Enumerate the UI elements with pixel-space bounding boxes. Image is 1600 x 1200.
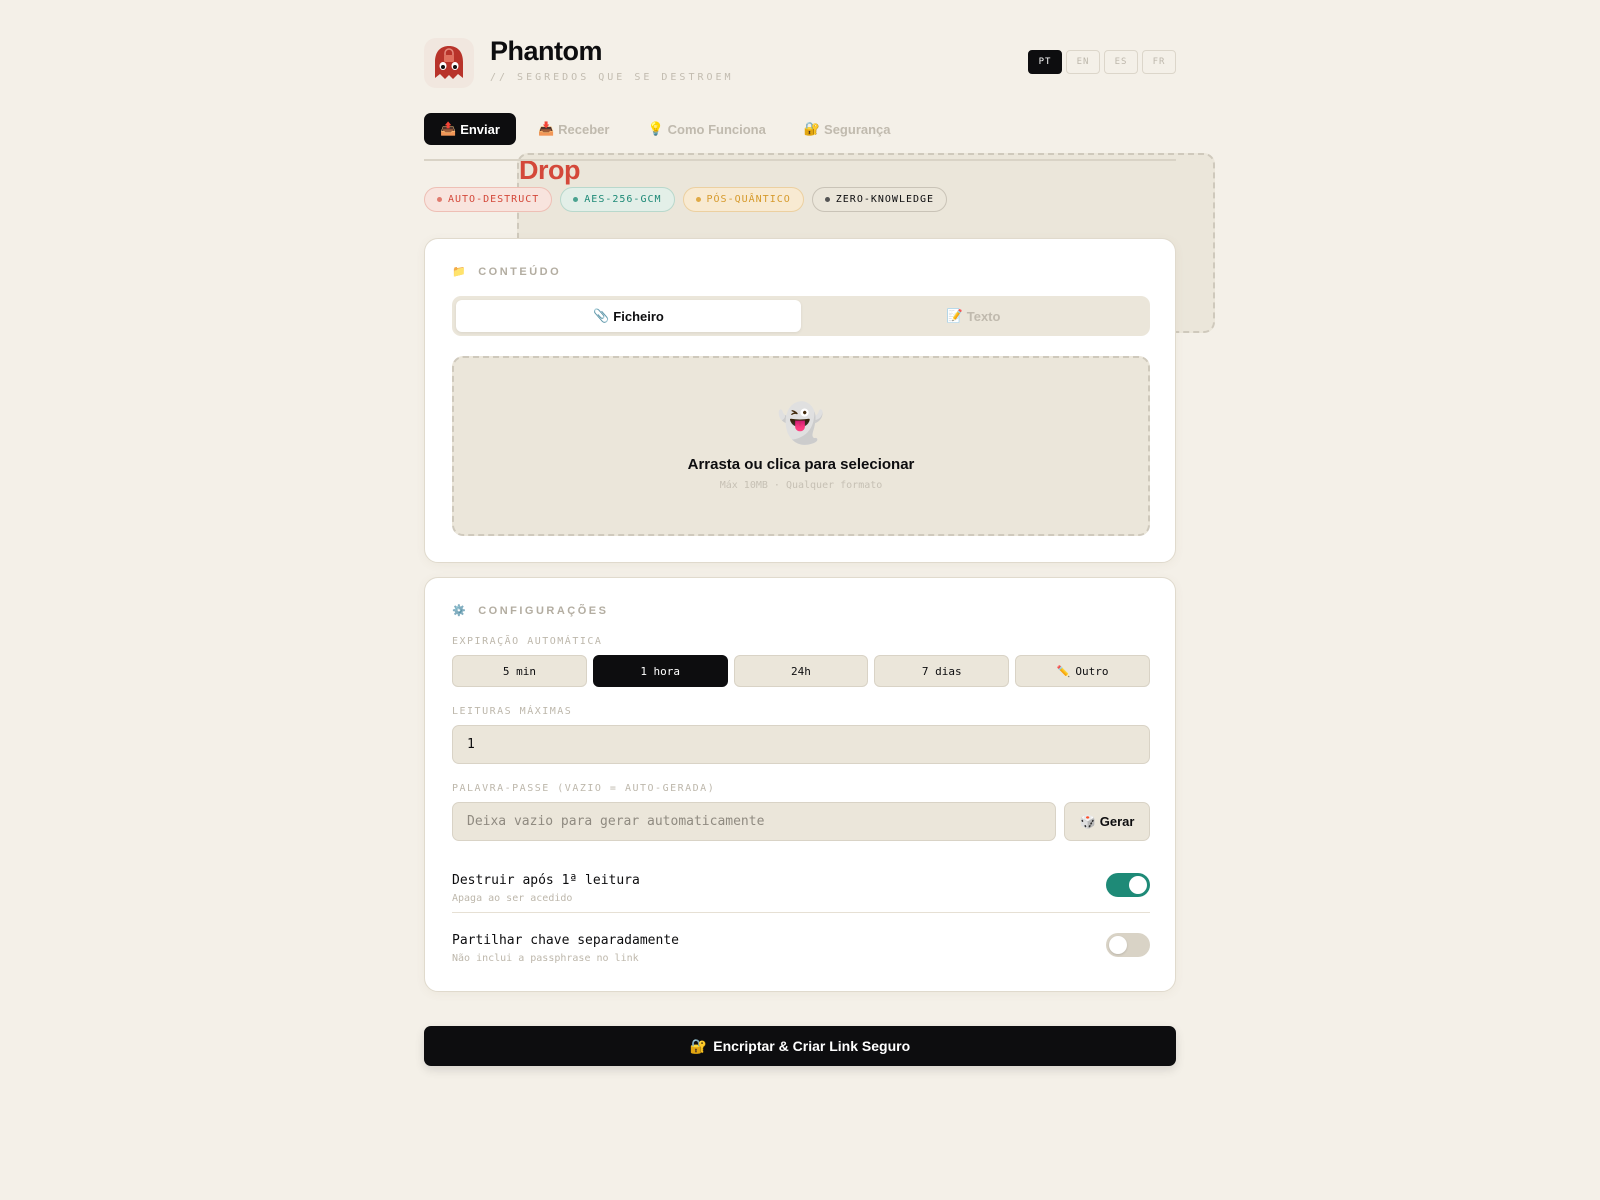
section-title: CONTEÚDO (478, 265, 562, 278)
tab-receber[interactable]: 📥 Receber (522, 113, 626, 145)
tab-label: Enviar (460, 121, 500, 137)
lang-fr-button[interactable]: FR (1142, 50, 1176, 74)
section-title: CONFIGURAÇÕES (478, 604, 609, 617)
content-card: 📁 CONTEÚDO 📎 Ficheiro 📝 Texto 👻 Arrasta … (424, 238, 1176, 563)
folder-icon: 📁 (452, 266, 469, 278)
badge-auto-destruct: AUTO-DESTRUCT (424, 187, 553, 212)
expiration-option-1hora[interactable]: 1 hora (592, 655, 728, 687)
generate-password-button[interactable]: 🎲 Gerar (1064, 802, 1150, 841)
tab-seguranca[interactable]: 🔐 Segurança (788, 113, 907, 145)
share-key-separately-toggle[interactable] (1106, 933, 1150, 957)
content-card-title: 📁 CONTEÚDO (452, 265, 562, 279)
feature-badges: AUTO-DESTRUCT AES-256-GCM PÓS-QUÂNTICO Z… (424, 187, 948, 212)
tagline: // SEGREDOS QUE SE DESTROEM (490, 72, 734, 83)
header: Phantom Drop // SEGREDOS QUE SE DESTROEM … (424, 34, 1215, 333)
option-label: Outro (1075, 664, 1109, 678)
tab-label: Segurança (824, 121, 891, 137)
tab-enviar[interactable]: 📤 Enviar (424, 113, 516, 145)
max-reads-input[interactable]: 1 (452, 725, 1150, 764)
lang-en-button[interactable]: EN (1066, 50, 1100, 74)
gear-icon: ⚙️ (452, 605, 469, 617)
expiration-option-5min[interactable]: 5 min (452, 655, 587, 687)
expiration-option-7dias[interactable]: 7 dias (874, 655, 1010, 687)
divider (452, 912, 1150, 913)
dropzone-title: Arrasta ou clica para selecionar (687, 456, 915, 473)
toggle-knob (1109, 936, 1127, 954)
lock-key-icon: 🔐 (803, 121, 821, 136)
dot-icon (824, 197, 830, 202)
destroy-after-read-toggle[interactable] (1106, 873, 1150, 897)
tab-texto[interactable]: 📝 Texto (801, 300, 1146, 332)
config-card-title: ⚙️ CONFIGURAÇÕES (452, 604, 609, 618)
lang-es-button[interactable]: ES (1104, 50, 1138, 74)
toggle-knob (1129, 876, 1147, 894)
expiration-options: 5 min 1 hora 24h 7 dias ✏️ Outro (452, 655, 1150, 687)
lock-key-icon: 🔐 (689, 1037, 708, 1054)
tab-label: Como Funciona (667, 121, 766, 137)
tab-label: Ficheiro (613, 308, 664, 324)
toggle-subtitle: Não inclui a passphrase no link (452, 953, 639, 964)
brand-title: Phantom Drop (490, 36, 1215, 333)
dice-icon: 🎲 (1079, 813, 1096, 829)
ghost-logo-icon (424, 38, 474, 88)
badge-pos-quantico: PÓS-QUÂNTICO (682, 187, 804, 212)
button-label: Encriptar & Criar Link Seguro (713, 1038, 911, 1054)
outbox-icon: 📤 (440, 121, 457, 136)
config-card: ⚙️ CONFIGURAÇÕES EXPIRAÇÃO AUTOMÁTICA 5 … (424, 577, 1176, 992)
toggle-row-destroy: Destruir após 1ª leitura Apaga ao ser ac… (452, 873, 1150, 913)
password-label: PALAVRA-PASSE (VAZIO = AUTO-GERADA) (452, 783, 716, 794)
tab-label: Receber (558, 121, 610, 137)
badge-label: PÓS-QUÂNTICO (706, 194, 791, 205)
brand-main: Phantom (490, 36, 603, 66)
memo-icon: 📝 (946, 308, 963, 323)
lang-pt-button[interactable]: PT (1028, 50, 1062, 74)
lightbulb-icon: 💡 (647, 121, 664, 136)
password-input[interactable]: Deixa vazio para gerar automaticamente (452, 802, 1056, 841)
badge-aes: AES-256-GCM (560, 187, 675, 212)
tab-label: Texto (966, 308, 1001, 324)
button-label: Gerar (1099, 814, 1135, 829)
dropzone-subtitle: Máx 10MB · Qualquer formato (719, 480, 883, 491)
inbox-icon: 📥 (537, 121, 555, 136)
badge-label: AUTO-DESTRUCT (448, 194, 540, 205)
dot-icon (695, 197, 701, 202)
max-reads-label: LEITURAS MÁXIMAS (452, 706, 573, 717)
badge-label: AES-256-GCM (584, 194, 662, 205)
ghost-icon: 👻 (777, 403, 825, 445)
badge-label: ZERO-KNOWLEDGE (835, 194, 935, 205)
paperclip-icon: 📎 (593, 308, 610, 323)
language-switcher: PT EN ES FR (1028, 50, 1176, 74)
content-type-switch: 📎 Ficheiro 📝 Texto (452, 296, 1150, 336)
toggle-title: Partilhar chave separadamente (452, 933, 679, 948)
tab-ficheiro[interactable]: 📎 Ficheiro (456, 300, 801, 332)
encrypt-create-link-button[interactable]: 🔐 Encriptar & Criar Link Seguro (424, 1026, 1176, 1066)
file-dropzone[interactable]: 👻 Arrasta ou clica para selecionar Máx 1… (452, 356, 1150, 536)
toggle-row-separate-key: Partilhar chave separadamente Não inclui… (452, 933, 1150, 973)
toggle-subtitle: Apaga ao ser acedido (452, 893, 573, 904)
tab-como-funciona[interactable]: 💡 Como Funciona (631, 113, 781, 145)
expiration-option-24h[interactable]: 24h (733, 655, 869, 687)
main-nav: 📤 Enviar 📥 Receber 💡 Como Funciona 🔐 Seg… (424, 113, 1176, 161)
toggle-title: Destruir após 1ª leitura (452, 873, 640, 888)
expiration-label: EXPIRAÇÃO AUTOMÁTICA (452, 636, 603, 647)
pencil-icon: ✏️ (1056, 664, 1071, 678)
badge-zero-knowledge: ZERO-KNOWLEDGE (811, 187, 948, 212)
dot-icon (573, 197, 579, 202)
dot-icon (437, 197, 442, 202)
expiration-option-outro[interactable]: ✏️ Outro (1015, 655, 1150, 687)
